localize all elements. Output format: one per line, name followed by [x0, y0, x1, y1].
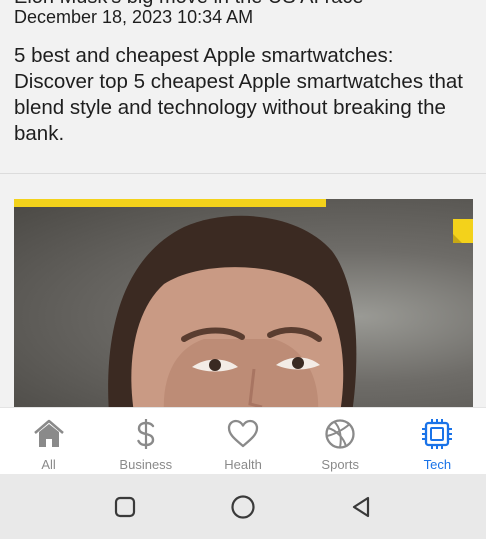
- nav-item-all[interactable]: All: [0, 408, 97, 474]
- nav-item-tech[interactable]: Tech: [389, 408, 486, 474]
- dollar-icon: [137, 419, 154, 449]
- chip-icon: [422, 419, 453, 449]
- article-timestamp: December 18, 2023 10:34 AM: [14, 7, 254, 27]
- system-navigation-bar: [0, 474, 486, 539]
- back-button[interactable]: [302, 487, 420, 527]
- recent-apps-button[interactable]: [66, 487, 184, 527]
- nav-label-sports: Sports: [321, 457, 359, 472]
- home-icon: [33, 419, 64, 447]
- nav-label-business: Business: [119, 457, 173, 472]
- article-image[interactable]: [14, 199, 473, 407]
- divider: [0, 173, 486, 174]
- news-feed[interactable]: Elon Musk's big move in the US AI race D…: [0, 0, 486, 407]
- portrait-illustration: [108, 215, 357, 407]
- ball-icon: [325, 419, 355, 449]
- home-circle-icon: [231, 494, 255, 519]
- article-summary[interactable]: 5 best and cheapest Apple smartwatches: …: [14, 43, 470, 147]
- home-button[interactable]: [184, 487, 302, 527]
- nav-label-health: Health: [224, 457, 262, 472]
- recent-apps-icon: [114, 496, 136, 517]
- nav-item-sports[interactable]: Sports: [292, 408, 389, 474]
- nav-label-tech: Tech: [423, 457, 452, 472]
- nav-item-business[interactable]: Business: [97, 408, 194, 474]
- nav-label-all: All: [41, 457, 56, 472]
- back-triangle-icon: [352, 496, 370, 517]
- bottom-navigation: All Business Health Sports Tech: [0, 407, 486, 474]
- nav-item-health[interactable]: Health: [194, 408, 291, 474]
- heart-icon: [227, 419, 259, 448]
